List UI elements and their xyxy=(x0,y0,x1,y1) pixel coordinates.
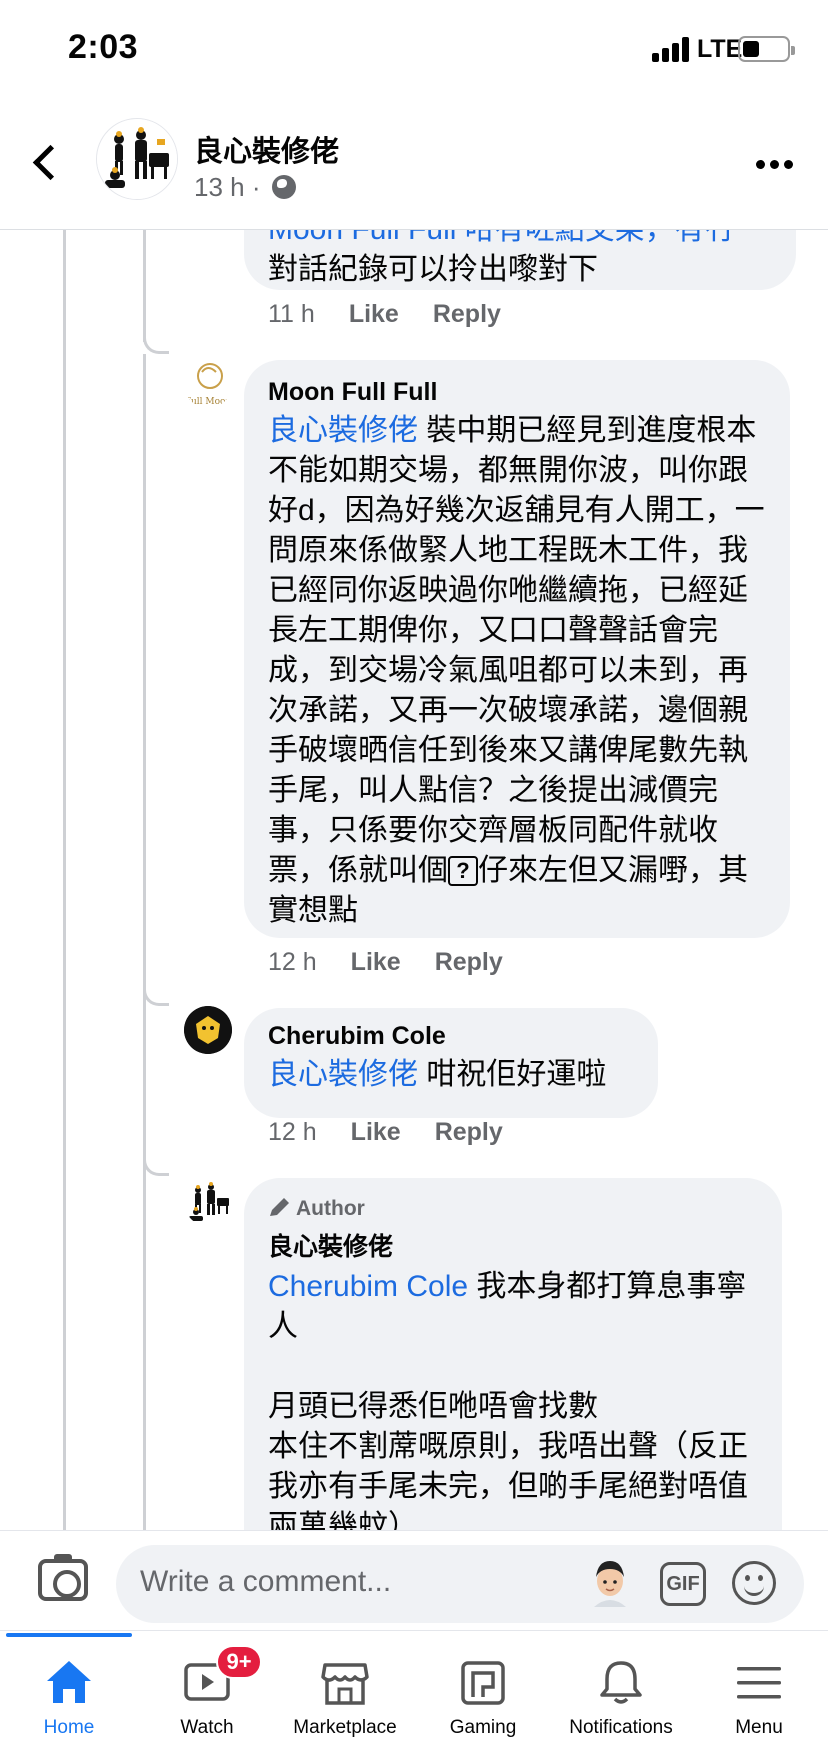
reply-connector xyxy=(143,328,169,354)
bell-icon xyxy=(600,1661,642,1704)
comment-text: 本住不割蓆嘅原則，我唔出聲（反正我亦有手尾未完，但啲手尾絕對唔值兩萬幾蚊） xyxy=(268,1430,748,1530)
page-name[interactable]: 良心裝修佬 xyxy=(194,128,339,170)
avatar[interactable]: Full Moon xyxy=(184,360,232,408)
comment-actions: 11 h Like Reply xyxy=(268,300,535,329)
tab-label: Marketplace xyxy=(293,1717,397,1738)
comment-text: Moon Full Full 咁有咗點交架，有冇 xyxy=(268,230,772,250)
camera-icon[interactable] xyxy=(38,1554,88,1601)
comment-bubble-partial: Moon Full Full 咁有咗點交架，有冇 對話紀錄可以拎出嚟對下 xyxy=(244,230,796,290)
author-badge: Author xyxy=(268,1196,758,1221)
comment-author[interactable]: Moon Full Full xyxy=(268,378,766,407)
notification-badge: 9+ xyxy=(216,1645,262,1679)
comments-section[interactable]: Moon Full Full 咁有咗點交架，有冇 對話紀錄可以拎出嚟對下 11 … xyxy=(0,230,828,1530)
comment-input[interactable]: Write a comment... GIF xyxy=(116,1545,804,1623)
comment-composer: Write a comment... GIF xyxy=(0,1530,828,1630)
post-meta: 13 h · xyxy=(194,172,296,203)
battery-icon xyxy=(738,36,795,62)
like-button[interactable]: Like xyxy=(351,948,401,977)
thread-line xyxy=(63,230,66,1530)
tab-gaming[interactable]: Gaming xyxy=(414,1631,552,1759)
comment-bubble-moon: Moon Full Full 良心裝修佬 裝中期已經見到進度根本不能如期交場，都… xyxy=(244,360,790,938)
post-header: 良心裝修佬 13 h · xyxy=(0,100,828,230)
comment-time: 12 h xyxy=(268,948,317,976)
bottom-tab-bar: Home 9+ Watch Marketplace Gaming Notific… xyxy=(0,1630,828,1758)
thread-line-replies xyxy=(143,354,146,1530)
like-button[interactable]: Like xyxy=(351,1118,401,1147)
comment-text: 良心裝修佬 咁祝佢好運啦 xyxy=(268,1058,607,1091)
avatar-sticker-icon[interactable] xyxy=(586,1557,634,1611)
network-type: LTE xyxy=(697,35,743,63)
comment-bubble-author: Author 良心裝修佬 Cherubim Cole 我本身都打算息事寧人 月頭… xyxy=(244,1178,782,1530)
back-button[interactable] xyxy=(26,138,66,188)
like-button[interactable]: Like xyxy=(349,300,399,329)
gif-button[interactable]: GIF xyxy=(660,1562,706,1606)
comment-actions: 12 h Like Reply xyxy=(268,1118,537,1147)
tab-home[interactable]: Home xyxy=(0,1631,138,1759)
tab-label: Notifications xyxy=(569,1717,673,1738)
comment-text: Cherubim Cole 我本身都打算息事寧人 xyxy=(268,1270,747,1343)
tab-label: Gaming xyxy=(449,1717,517,1738)
comment-text-line: 對話紀錄可以拎出嚟對下 xyxy=(268,253,598,286)
comment-time: 11 h xyxy=(268,300,315,328)
thread-line-reply xyxy=(143,230,146,342)
tab-label: Watch xyxy=(180,1717,234,1738)
avatar[interactable] xyxy=(184,1006,232,1054)
page-avatar[interactable] xyxy=(96,118,178,200)
post-time: 13 h · xyxy=(194,172,261,202)
comment-actions: 12 h Like Reply xyxy=(268,948,537,977)
avatar[interactable] xyxy=(184,1178,232,1226)
status-time: 2:03 xyxy=(68,28,139,66)
comment-bubble-cherubim: Cherubim Cole 良心裝修佬 咁祝佢好運啦 xyxy=(244,1008,658,1118)
comment-text: 月頭已得悉佢咃唔會找數 xyxy=(268,1390,598,1423)
signal-icon xyxy=(652,36,692,62)
unknown-glyph-icon: ? xyxy=(448,856,478,886)
tab-watch[interactable]: 9+ Watch xyxy=(138,1631,276,1759)
comment-author[interactable]: 良心裝修佬 xyxy=(268,1227,758,1263)
status-bar: 2:03 LTE xyxy=(0,0,828,100)
more-options-button[interactable] xyxy=(756,156,796,176)
mention-link[interactable]: Cherubim Cole xyxy=(268,1270,468,1303)
tab-marketplace[interactable]: Marketplace xyxy=(276,1631,414,1759)
home-icon xyxy=(47,1661,91,1703)
comment-time: 12 h xyxy=(268,1118,317,1146)
tab-menu[interactable]: Menu xyxy=(690,1631,828,1759)
mention-link[interactable]: 良心裝修佬 xyxy=(268,1058,418,1091)
reply-connector xyxy=(143,1150,169,1176)
emoji-icon[interactable] xyxy=(732,1561,776,1605)
comment-blank-line xyxy=(268,1347,758,1387)
menu-icon xyxy=(737,1667,781,1699)
tab-label: Menu xyxy=(735,1717,783,1738)
marketplace-icon xyxy=(321,1663,369,1705)
comment-text: 良心裝修佬 裝中期已經見到進度根本不能如期交場，都無開你波，叫你跟好d，因為好幾… xyxy=(268,414,765,927)
tab-notifications[interactable]: Notifications xyxy=(552,1631,690,1759)
comment-author[interactable]: Cherubim Cole xyxy=(268,1022,634,1051)
avatar-text: Full Moon xyxy=(185,397,232,407)
comment-placeholder: Write a comment... xyxy=(140,1565,392,1598)
gaming-icon xyxy=(461,1661,505,1705)
reply-button[interactable]: Reply xyxy=(433,300,501,329)
reply-connector xyxy=(143,980,169,1006)
globe-icon xyxy=(271,175,296,199)
mention-link[interactable]: 良心裝修佬 xyxy=(268,414,418,447)
pencil-icon xyxy=(270,1198,289,1216)
reply-button[interactable]: Reply xyxy=(435,1118,503,1147)
tab-label: Home xyxy=(43,1717,95,1738)
reply-button[interactable]: Reply xyxy=(435,948,503,977)
